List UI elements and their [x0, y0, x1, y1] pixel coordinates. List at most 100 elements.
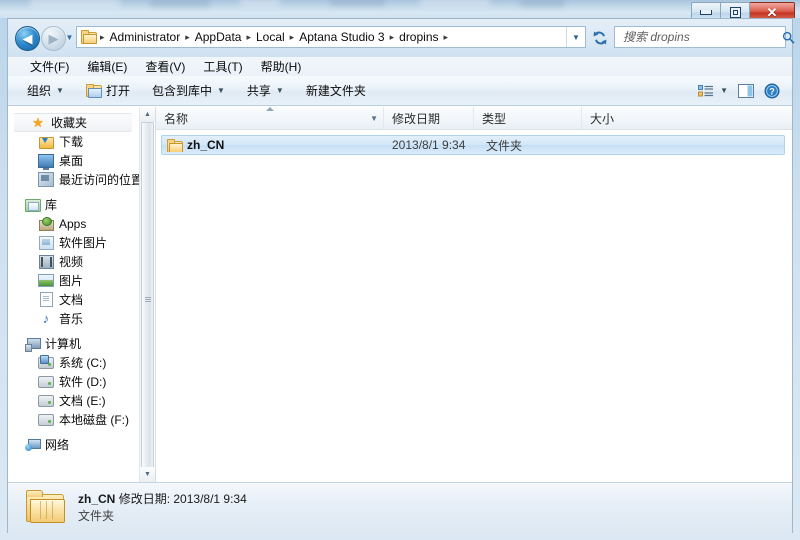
- sidebar-item-item[interactable]: 最近访问的位置: [8, 170, 139, 189]
- sidebar-header-item[interactable]: 计算机: [8, 334, 139, 353]
- scrollbar-thumb[interactable]: [141, 122, 154, 477]
- address-dropdown-button[interactable]: ▼: [566, 27, 585, 47]
- scroll-down-button[interactable]: ▼: [140, 467, 155, 482]
- sidebar-item-label: 软件图片: [59, 235, 108, 250]
- chevron-down-icon[interactable]: ▼: [370, 114, 378, 123]
- breadcrumb-item-3[interactable]: Local: [252, 28, 289, 46]
- column-header-name[interactable]: 名称 ▼: [156, 107, 384, 129]
- network-icon: [24, 437, 41, 453]
- forward-button[interactable]: ▶: [41, 26, 66, 51]
- minimize-button[interactable]: [691, 2, 721, 18]
- sidebar-item-item[interactable]: 桌面: [8, 151, 139, 170]
- breadcrumb-item-1[interactable]: Administrator: [106, 28, 185, 46]
- chevron-up-icon: ▲: [144, 111, 151, 118]
- organize-button[interactable]: 组织 ▼: [20, 80, 71, 102]
- preview-pane-icon: [738, 83, 754, 98]
- videos-icon: [38, 254, 54, 270]
- navigation-pane-scrollbar[interactable]: ▲ ▼: [139, 107, 155, 482]
- column-header-type-label: 类型: [482, 111, 507, 126]
- share-label: 共享: [246, 83, 271, 98]
- navigation-bar: ◀ ▶ ▼ ▸ Administrator ▸ AppData ▸ Local ▸ Aptan…: [8, 19, 795, 57]
- sidebar-item-item[interactable]: 下载: [8, 132, 139, 151]
- preview-pane-button[interactable]: [736, 81, 756, 101]
- breadcrumb-item-2[interactable]: AppData: [191, 28, 246, 46]
- apps-library-icon: [38, 216, 54, 232]
- sidebar-item-label: 视频: [59, 254, 84, 269]
- open-folder-icon: [85, 84, 102, 98]
- menu-help[interactable]: 帮助(H): [253, 58, 310, 76]
- client-area: ◀ ▶ ▼ ▸ Administrator ▸ AppData ▸ Local ▸ Aptan…: [7, 18, 795, 533]
- menu-file[interactable]: 文件(F): [22, 58, 77, 76]
- sidebar-group-2: 库 Apps 软件图片视频图片文档 ♪ 音乐: [8, 195, 139, 328]
- menu-edit[interactable]: 编辑(E): [79, 58, 135, 76]
- chevron-down-icon: ▼: [216, 86, 225, 95]
- sidebar-header-item[interactable]: 网络: [8, 435, 139, 454]
- sidebar-item-item[interactable]: 视频: [8, 252, 139, 271]
- cell-name: zh_CN: [162, 138, 390, 152]
- sidebar-item-item[interactable]: 图片: [8, 271, 139, 290]
- column-header-date[interactable]: 修改日期: [384, 107, 474, 129]
- menu-bar: 文件(F) 编辑(E) 查看(V) 工具(T) 帮助(H): [8, 57, 792, 76]
- sidebar-item-apps[interactable]: Apps: [8, 214, 139, 233]
- folder-icon: [167, 138, 183, 152]
- window-controls: ✕: [691, 2, 795, 18]
- drive-icon: [38, 412, 54, 428]
- sidebar-item-d[interactable]: 软件 (D:): [8, 372, 139, 391]
- chevron-down-icon: ▼: [720, 86, 728, 95]
- column-header-row: 名称 ▼ 修改日期 类型 大小: [156, 107, 792, 130]
- new-folder-button[interactable]: 新建文件夹: [299, 80, 373, 102]
- title-bar: ✕: [0, 0, 800, 18]
- explorer-body: ★ 收藏夹 下载桌面最近访问的位置库 Apps 软件图片视频图片文档 ♪ 音乐计算机系统 (…: [8, 107, 792, 482]
- back-button[interactable]: ◀: [15, 26, 40, 51]
- star-icon: ★: [32, 115, 44, 130]
- search-box[interactable]: [614, 26, 795, 48]
- recent-places-icon: [38, 172, 54, 188]
- sidebar-header-item[interactable]: ★ 收藏夹: [14, 113, 132, 132]
- open-button[interactable]: 打开: [79, 80, 137, 102]
- details-type: 文件夹: [78, 509, 115, 523]
- table-row[interactable]: zh_CN 2013/8/1 9:34 文件夹: [161, 135, 785, 155]
- sidebar-header-item[interactable]: 库: [8, 195, 139, 214]
- column-header-size[interactable]: 大小: [582, 107, 792, 129]
- minimize-icon: [700, 10, 712, 15]
- sidebar-item-label: 文档 (E:): [59, 393, 106, 408]
- change-view-button[interactable]: [696, 81, 716, 101]
- menu-view[interactable]: 查看(V): [137, 58, 193, 76]
- pictures-icon: [38, 273, 54, 289]
- column-header-type[interactable]: 类型: [474, 107, 582, 129]
- sidebar-item-item[interactable]: 软件图片: [8, 233, 139, 252]
- search-input[interactable]: [621, 29, 782, 45]
- maximize-button[interactable]: [721, 2, 750, 18]
- sort-ascending-icon: [265, 107, 274, 111]
- details-name: zh_CN: [78, 492, 116, 506]
- file-rows: zh_CN 2013/8/1 9:34 文件夹: [156, 130, 792, 155]
- history-dropdown-button[interactable]: ▼: [65, 33, 74, 42]
- include-in-library-button[interactable]: 包含到库中 ▼: [145, 80, 232, 102]
- toolbar-right-group: ▼ ?: [696, 81, 792, 101]
- scroll-up-button[interactable]: ▲: [140, 107, 155, 122]
- breadcrumb-item-5[interactable]: dropins: [395, 28, 442, 46]
- sidebar-header-label: 计算机: [45, 336, 82, 351]
- sidebar-item-f[interactable]: 本地磁盘 (F:): [8, 410, 139, 429]
- sidebar-item-e[interactable]: 文档 (E:): [8, 391, 139, 410]
- address-bar[interactable]: ▸ Administrator ▸ AppData ▸ Local ▸ Aptana Stud…: [76, 26, 586, 48]
- sidebar-item-label: 文档: [59, 292, 84, 307]
- sidebar-item-item[interactable]: ♪ 音乐: [8, 309, 139, 328]
- close-button[interactable]: ✕: [750, 2, 795, 18]
- view-dropdown-button[interactable]: ▼: [720, 86, 728, 95]
- refresh-button[interactable]: [588, 26, 612, 50]
- help-icon: ?: [764, 83, 780, 98]
- sidebar-item-label: Apps: [59, 216, 87, 231]
- sidebar-item-label: 音乐: [59, 311, 84, 326]
- library-icon: [24, 197, 41, 213]
- search-icon: [782, 31, 795, 44]
- menu-tools[interactable]: 工具(T): [195, 58, 250, 76]
- view-list-icon: [698, 84, 714, 96]
- share-button[interactable]: 共享 ▼: [240, 80, 291, 102]
- sidebar-item-label: 桌面: [59, 153, 84, 168]
- sidebar-item-c[interactable]: 系统 (C:): [8, 353, 139, 372]
- sidebar-item-item[interactable]: 文档: [8, 290, 139, 309]
- breadcrumb-item-4[interactable]: Aptana Studio 3: [295, 28, 388, 46]
- help-button[interactable]: ?: [762, 81, 782, 101]
- refresh-icon: [593, 31, 607, 45]
